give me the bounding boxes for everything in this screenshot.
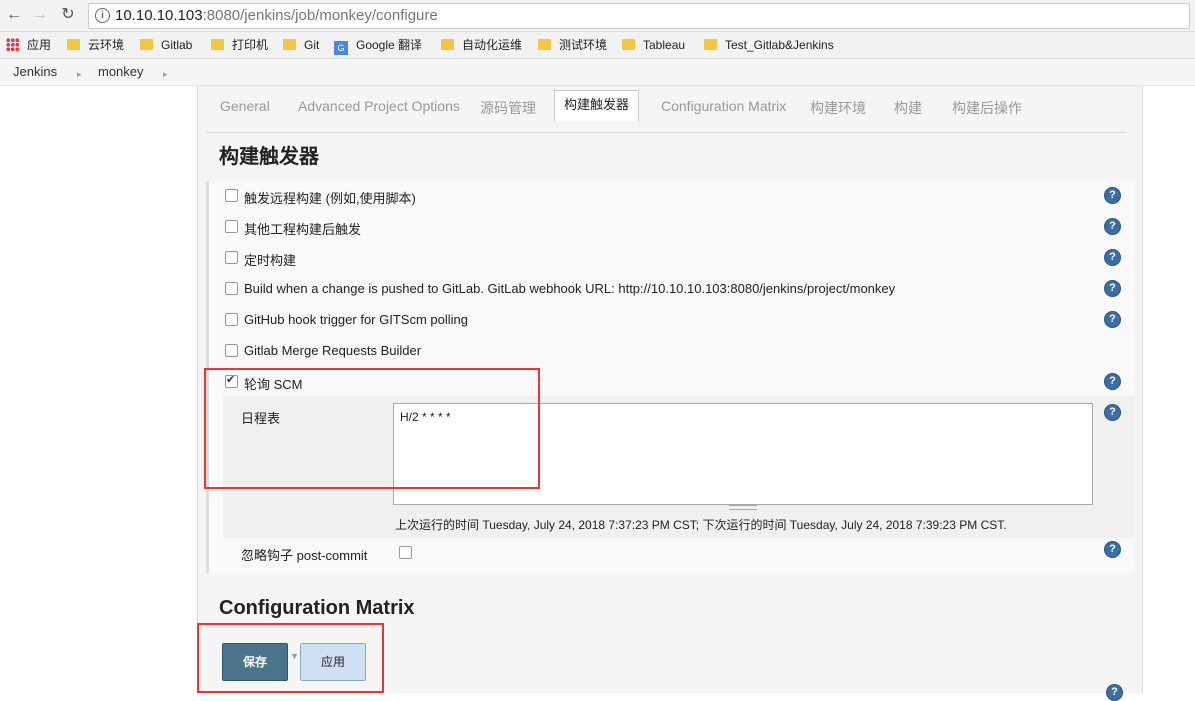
- help-icon[interactable]: ?: [1104, 218, 1121, 235]
- bookmark-item[interactable]: 自动化运维: [441, 37, 522, 53]
- bookmark-item[interactable]: 打印机: [211, 37, 268, 53]
- bookmark-item[interactable]: 云环境: [67, 37, 124, 53]
- help-icon[interactable]: ?: [1104, 541, 1121, 558]
- bookmark-apps[interactable]: 应用: [6, 37, 51, 53]
- checkbox[interactable]: [225, 220, 238, 233]
- folder-icon: [622, 39, 635, 50]
- highlight-save-apply: [197, 623, 384, 693]
- bookmark-item[interactable]: 测试环境: [538, 37, 607, 53]
- chevron-right-icon: ▸: [163, 69, 168, 79]
- apps-grid-icon: [6, 38, 19, 51]
- bookmark-item[interactable]: Gitlab: [140, 37, 192, 53]
- tab-build-environment[interactable]: 构建环境: [810, 98, 866, 118]
- folder-icon: [67, 39, 80, 50]
- checkbox[interactable]: [225, 282, 238, 295]
- tab-bar: General Advanced Project Options 源码管理 构建…: [198, 86, 1142, 122]
- tab-source-control[interactable]: 源码管理: [480, 98, 536, 118]
- bookmarks-bar: 应用 云环境 Gitlab 打印机 Git G Google 翻译 自动化运维 测…: [0, 32, 1195, 59]
- forward-arrow-icon[interactable]: →: [30, 5, 50, 25]
- tab-build[interactable]: 构建: [894, 98, 922, 118]
- checkbox[interactable]: [225, 313, 238, 326]
- google-translate-icon: G: [334, 41, 348, 55]
- help-icon[interactable]: ?: [1104, 249, 1121, 266]
- back-arrow-icon[interactable]: ←: [4, 5, 24, 25]
- bookmark-item[interactable]: Tableau: [622, 37, 685, 53]
- section-title: 构建触发器: [219, 146, 319, 168]
- address-bar: ← → ↻ i 10.10.10.103:8080/jenkins/job/mo…: [0, 0, 1195, 32]
- folder-icon: [441, 39, 454, 50]
- breadcrumb: Jenkins ▸ monkey ▸: [0, 59, 1195, 86]
- configuration-matrix-title: Configuration Matrix: [219, 597, 415, 619]
- bookmark-item[interactable]: Test_Gitlab&Jenkins: [704, 37, 834, 53]
- checkbox[interactable]: [225, 251, 238, 264]
- resize-grip-icon[interactable]: [729, 505, 757, 510]
- tab-general[interactable]: General: [220, 98, 270, 114]
- folder-icon: [538, 39, 551, 50]
- highlight-poll-scm: [204, 368, 540, 489]
- help-icon[interactable]: ?: [1104, 311, 1121, 328]
- tab-divider: [206, 132, 1126, 133]
- help-icon[interactable]: ?: [1104, 187, 1121, 204]
- folder-icon: [140, 39, 153, 50]
- url-path: :8080/jenkins/job/monkey/configure: [202, 7, 438, 24]
- folder-icon: [704, 39, 717, 50]
- ignore-post-commit-label: 忽略钩子 post-commit: [241, 548, 368, 563]
- schedule-run-info: 上次运行的时间 Tuesday, July 24, 2018 7:37:23 P…: [395, 518, 1007, 532]
- url-input[interactable]: i 10.10.10.103:8080/jenkins/job/monkey/c…: [88, 3, 1190, 29]
- folder-icon: [211, 39, 224, 50]
- tab-build-triggers[interactable]: 构建触发器: [554, 90, 640, 121]
- chevron-right-icon: ▸: [77, 69, 82, 79]
- tab-configuration-matrix[interactable]: Configuration Matrix: [661, 98, 786, 114]
- breadcrumb-jenkins[interactable]: Jenkins: [13, 64, 57, 80]
- reload-icon[interactable]: ↻: [58, 5, 78, 25]
- help-icon[interactable]: ?: [1104, 373, 1121, 390]
- folder-icon: [283, 39, 296, 50]
- url-host: 10.10.10.103: [115, 7, 203, 24]
- checkbox[interactable]: [225, 189, 238, 202]
- bookmark-item[interactable]: G Google 翻译: [334, 37, 422, 55]
- tab-post-build-actions[interactable]: 构建后操作: [952, 98, 1022, 118]
- info-icon[interactable]: i: [95, 8, 110, 23]
- ignore-post-commit-checkbox[interactable]: [399, 546, 412, 559]
- help-icon[interactable]: ?: [1104, 280, 1121, 297]
- breadcrumb-monkey[interactable]: monkey: [98, 64, 144, 80]
- bookmark-item[interactable]: Git: [283, 37, 319, 53]
- help-icon[interactable]: ?: [1104, 404, 1121, 421]
- checkbox[interactable]: [225, 344, 238, 357]
- tab-advanced-project-options[interactable]: Advanced Project Options: [298, 98, 460, 114]
